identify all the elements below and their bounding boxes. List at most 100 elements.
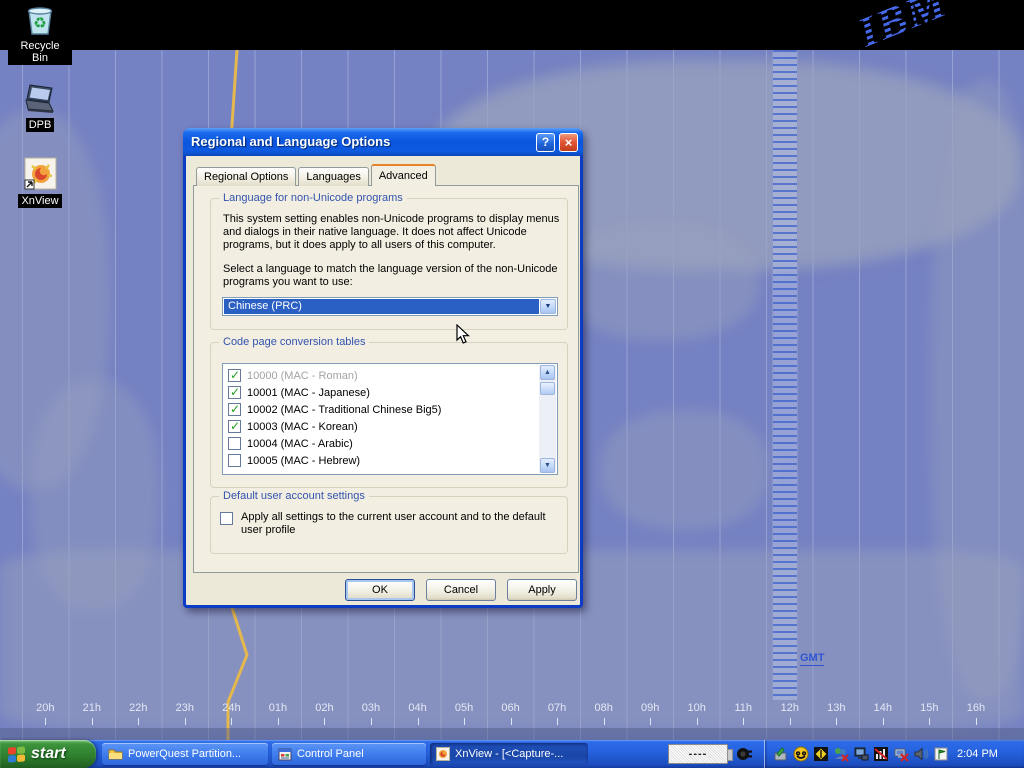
timezone-label: 02h bbox=[301, 702, 348, 714]
map-bottom-strip bbox=[0, 728, 1024, 740]
scroll-up-icon[interactable]: ▲ bbox=[540, 365, 555, 380]
wallpaper-top-band: IBM bbox=[0, 0, 1024, 50]
start-button[interactable]: start bbox=[0, 740, 96, 768]
recycle-bin-icon: ♻ bbox=[22, 3, 58, 37]
mouse-cursor bbox=[456, 324, 470, 345]
taskbar-toolbar-button[interactable]: ---- bbox=[668, 744, 728, 764]
advanced-tab-page: Language for non-Unicode programs This s… bbox=[193, 185, 579, 573]
taskbar-button-label: PowerQuest Partition... bbox=[128, 748, 241, 760]
codepage-row[interactable]: 10002 (MAC - Traditional Chinese Big5) bbox=[223, 401, 557, 418]
desktop-icon-dpb[interactable]: DPB bbox=[8, 82, 72, 132]
scroll-down-icon[interactable]: ▼ bbox=[540, 458, 555, 473]
timezone-label: 09h bbox=[627, 702, 674, 714]
checkbox[interactable] bbox=[228, 403, 241, 416]
xnview-icon bbox=[436, 747, 450, 761]
regional-language-options-window: Regional and Language Options ? × Region… bbox=[183, 128, 583, 608]
default-user-checkbox-label[interactable]: Apply all settings to the current user a… bbox=[241, 511, 559, 537]
timezone-label: 13h bbox=[813, 702, 860, 714]
taskbar-button-label: XnView - [<Capture-... bbox=[455, 748, 563, 760]
svg-text:♻: ♻ bbox=[33, 15, 46, 32]
windows-flag-icon bbox=[8, 746, 25, 762]
language-dropdown[interactable]: Chinese (PRC) ▼ bbox=[222, 297, 558, 316]
codepage-row[interactable]: 10004 (MAC - Arabic) bbox=[223, 435, 557, 452]
antivirus-icon[interactable] bbox=[813, 746, 829, 762]
checkbox[interactable] bbox=[228, 369, 241, 382]
taskbar: start PowerQuest Partition... Control Pa… bbox=[0, 740, 1024, 768]
desktop-icon-xnview[interactable]: XnView bbox=[8, 156, 72, 208]
taskbar-button-xnview[interactable]: XnView - [<Capture-... bbox=[430, 743, 588, 765]
group-code-page-tables: Code page conversion tables 10000 (MAC -… bbox=[210, 342, 568, 488]
group-caption: Language for non-Unicode programs bbox=[219, 192, 407, 204]
checkbox[interactable] bbox=[228, 386, 241, 399]
timezone-label: 01h bbox=[255, 702, 302, 714]
tab-strip: Regional Options Languages Advanced bbox=[196, 164, 438, 186]
folder-icon bbox=[108, 748, 123, 760]
offline-users-icon[interactable] bbox=[833, 746, 849, 762]
ibm-logo: IBM bbox=[851, 0, 955, 58]
chevron-down-icon[interactable]: ▼ bbox=[540, 299, 556, 314]
help-button[interactable]: ? bbox=[536, 133, 555, 152]
volume-icon[interactable] bbox=[913, 746, 929, 762]
codepage-label: 10005 (MAC - Hebrew) bbox=[247, 455, 360, 467]
group-caption: Default user account settings bbox=[219, 490, 369, 502]
scheduler-flag-icon[interactable] bbox=[933, 746, 949, 762]
codepage-label: 10002 (MAC - Traditional Chinese Big5) bbox=[247, 404, 441, 416]
group-default-user-settings: Default user account settings Apply all … bbox=[210, 496, 568, 554]
timezone-label: 11h bbox=[720, 702, 767, 714]
checkbox[interactable] bbox=[220, 512, 233, 525]
cancel-button[interactable]: Cancel bbox=[426, 579, 496, 601]
language-dropdown-value: Chinese (PRC) bbox=[224, 299, 539, 314]
codepage-label: 10001 (MAC - Japanese) bbox=[247, 387, 370, 399]
timezone-label: 24h bbox=[208, 702, 255, 714]
tab-regional-options[interactable]: Regional Options bbox=[196, 167, 296, 186]
window-titlebar[interactable]: Regional and Language Options ? × bbox=[183, 128, 583, 156]
timezone-scale: 20h 21h 22h 23h 24h 01h 02h 03h 04h 05h … bbox=[22, 702, 999, 714]
codepage-row[interactable]: 10003 (MAC - Korean) bbox=[223, 418, 557, 435]
tab-advanced[interactable]: Advanced bbox=[371, 164, 436, 186]
taskbar-button-powerquest[interactable]: PowerQuest Partition... bbox=[102, 743, 268, 765]
group-language-non-unicode: Language for non-Unicode programs This s… bbox=[210, 198, 568, 330]
timezone-label: 14h bbox=[860, 702, 907, 714]
scrollbar[interactable]: ▲ ▼ bbox=[539, 365, 556, 473]
non-unicode-select-label: Select a language to match the language … bbox=[223, 263, 567, 289]
timezone-label: 07h bbox=[534, 702, 581, 714]
network-disconnected-icon[interactable] bbox=[893, 746, 909, 762]
codepage-row[interactable]: 10005 (MAC - Hebrew) bbox=[223, 452, 557, 469]
checkbox[interactable] bbox=[228, 454, 241, 467]
group-caption: Code page conversion tables bbox=[219, 336, 369, 348]
scrollbar-thumb[interactable] bbox=[540, 382, 555, 395]
network-computer-icon[interactable] bbox=[853, 746, 869, 762]
desktop-icon-recycle-bin[interactable]: ♻ Recycle Bin bbox=[8, 3, 72, 65]
codepage-row[interactable]: 10001 (MAC - Japanese) bbox=[223, 384, 557, 401]
timezone-label: 23h bbox=[162, 702, 209, 714]
desktop-icon-label: DPB bbox=[26, 118, 55, 132]
close-button[interactable]: × bbox=[559, 133, 578, 152]
timezone-label: 05h bbox=[441, 702, 488, 714]
codepage-row[interactable]: 10000 (MAC - Roman) bbox=[223, 367, 557, 384]
safely-remove-hardware-icon[interactable] bbox=[773, 746, 789, 762]
desktop-icon-label: Recycle Bin bbox=[8, 39, 72, 65]
checkbox[interactable] bbox=[228, 420, 241, 433]
taskbar-clock: 2:04 PM bbox=[957, 748, 1008, 760]
timezone-label: 16h bbox=[953, 702, 1000, 714]
timezone-label: 10h bbox=[673, 702, 720, 714]
voice-phone-icon[interactable] bbox=[793, 746, 809, 762]
system-tray: 2:04 PM bbox=[764, 740, 1024, 768]
window-title: Regional and Language Options bbox=[191, 128, 390, 156]
timezone-label: 08h bbox=[580, 702, 627, 714]
power-plug-icon[interactable] bbox=[736, 746, 753, 762]
desktop-icon-label: XnView bbox=[18, 194, 61, 208]
timezone-label: 21h bbox=[69, 702, 116, 714]
tab-languages[interactable]: Languages bbox=[298, 167, 368, 186]
checkbox[interactable] bbox=[228, 437, 241, 450]
timezone-label: 06h bbox=[487, 702, 534, 714]
xnview-icon bbox=[22, 156, 58, 192]
codepage-label: 10003 (MAC - Korean) bbox=[247, 421, 358, 433]
taskbar-button-control-panel[interactable]: Control Panel bbox=[272, 743, 426, 765]
codepage-list[interactable]: 10000 (MAC - Roman) 10001 (MAC - Japanes… bbox=[222, 363, 558, 475]
apply-button[interactable]: Apply bbox=[507, 579, 577, 601]
ok-button[interactable]: OK bbox=[345, 579, 415, 601]
codepage-label: 10000 (MAC - Roman) bbox=[247, 370, 358, 382]
blocked-signal-icon[interactable] bbox=[873, 746, 889, 762]
laptop-icon bbox=[20, 82, 60, 116]
